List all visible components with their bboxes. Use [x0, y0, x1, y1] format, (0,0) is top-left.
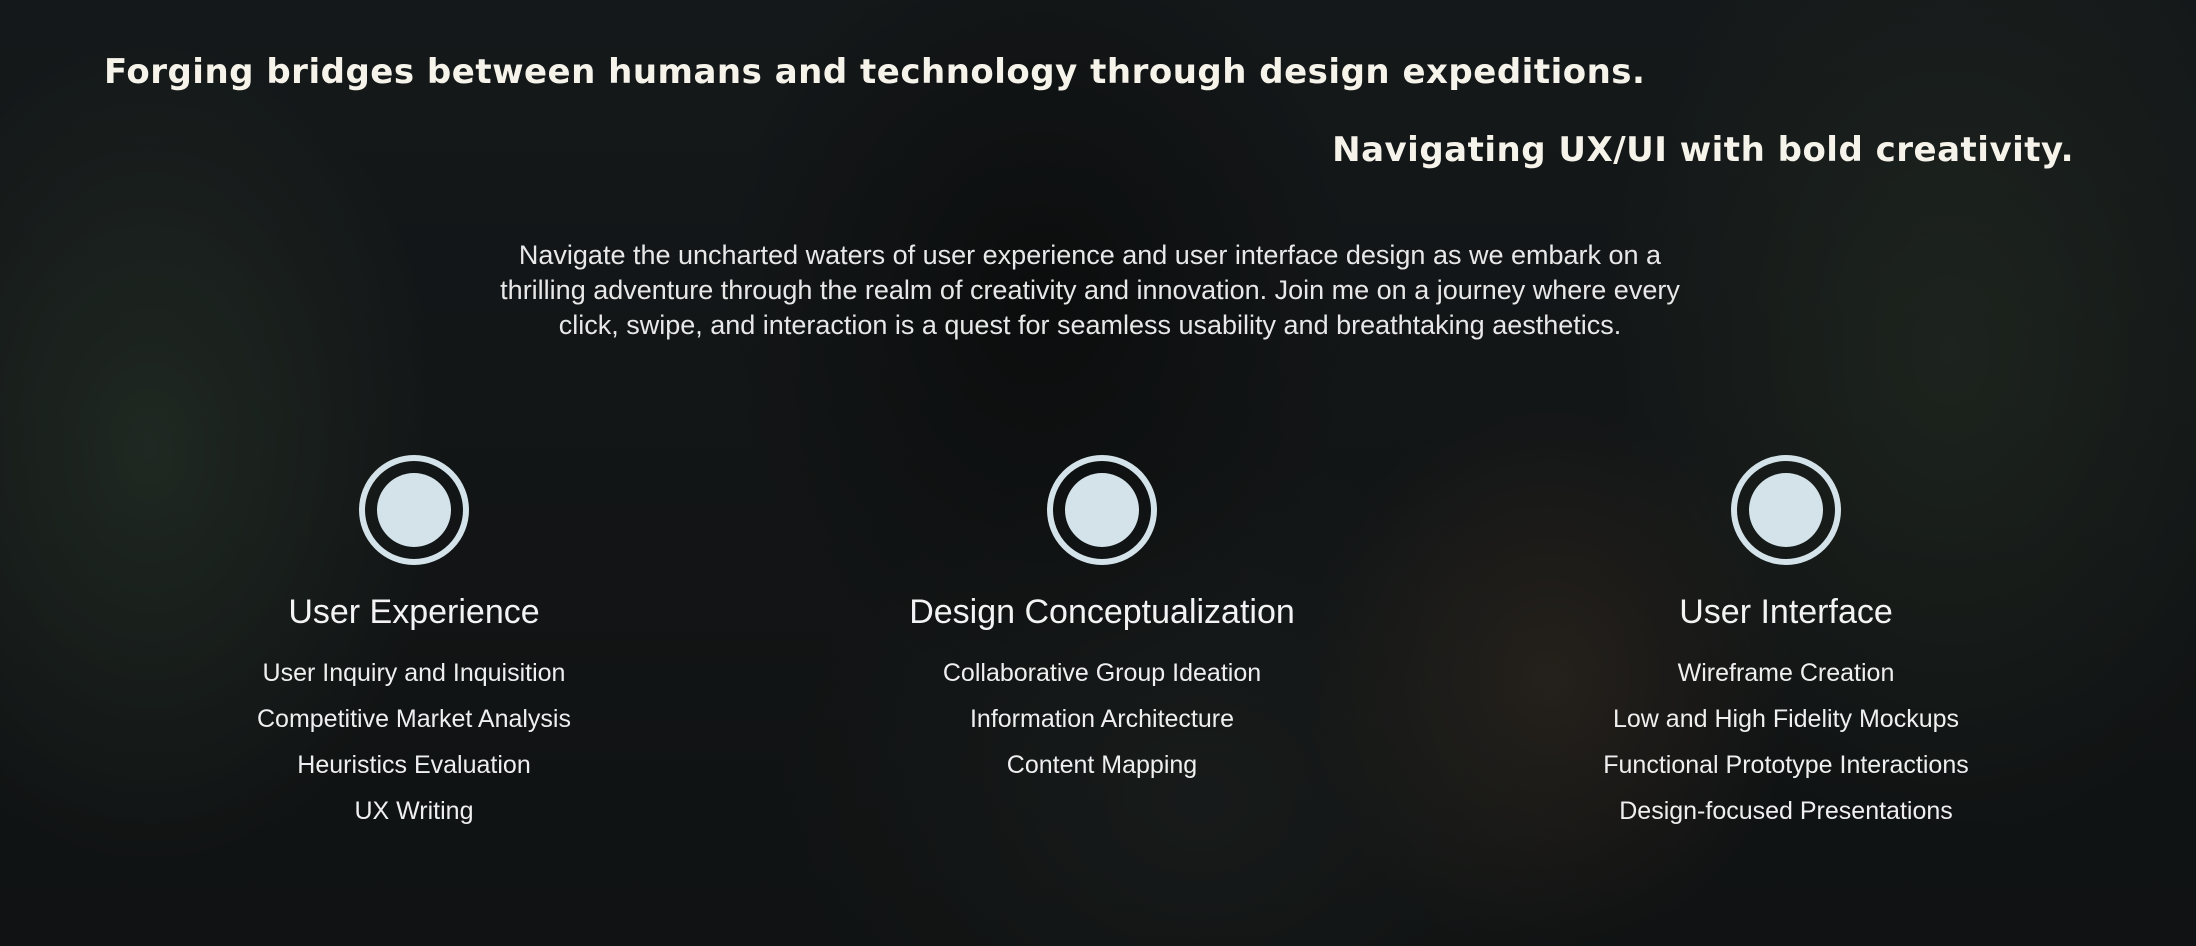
service-user-experience: User Experience User Inquiry and Inquisi…: [134, 455, 694, 834]
tagline-primary: Forging bridges between humans and techn…: [104, 52, 1646, 92]
intro-paragraph: Navigate the uncharted waters of user ex…: [500, 240, 1680, 340]
list-item: Information Architecture: [969, 705, 1234, 733]
tagline-secondary: Navigating UX/UI with bold creativity.: [1332, 130, 2074, 170]
service-title: User Interface: [1679, 593, 1893, 631]
service-title: Design Conceptualization: [909, 593, 1295, 631]
hero-section: Forging bridges between humans and techn…: [0, 0, 2196, 946]
list-item: Functional Prototype Interactions: [1603, 751, 1969, 779]
service-user-interface: User Interface Wireframe Creation Low an…: [1506, 455, 2066, 834]
service-design-conceptualization: Design Conceptualization Collaborative G…: [822, 455, 1382, 788]
list-item: User Inquiry and Inquisition: [262, 659, 566, 687]
circle-target-icon: [1731, 455, 1841, 565]
service-list: User Inquiry and Inquisition Competitive…: [134, 650, 694, 834]
list-item: Design-focused Presentations: [1619, 797, 1953, 825]
circle-target-icon: [359, 455, 469, 565]
list-item: Wireframe Creation: [1677, 659, 1895, 687]
list-item: Collaborative Group Ideation: [942, 659, 1262, 687]
circle-target-icon: [1047, 455, 1157, 565]
list-item: Content Mapping: [1006, 751, 1198, 779]
service-list: Wireframe Creation Low and High Fidelity…: [1506, 650, 2066, 834]
service-title: User Experience: [288, 593, 540, 631]
service-list: Collaborative Group Ideation Information…: [822, 650, 1382, 788]
list-item: UX Writing: [354, 797, 474, 825]
list-item: Heuristics Evaluation: [297, 751, 531, 779]
services-section: User Experience User Inquiry and Inquisi…: [0, 455, 2196, 855]
list-item: Low and High Fidelity Mockups: [1613, 705, 1959, 733]
list-item: Competitive Market Analysis: [256, 705, 571, 733]
